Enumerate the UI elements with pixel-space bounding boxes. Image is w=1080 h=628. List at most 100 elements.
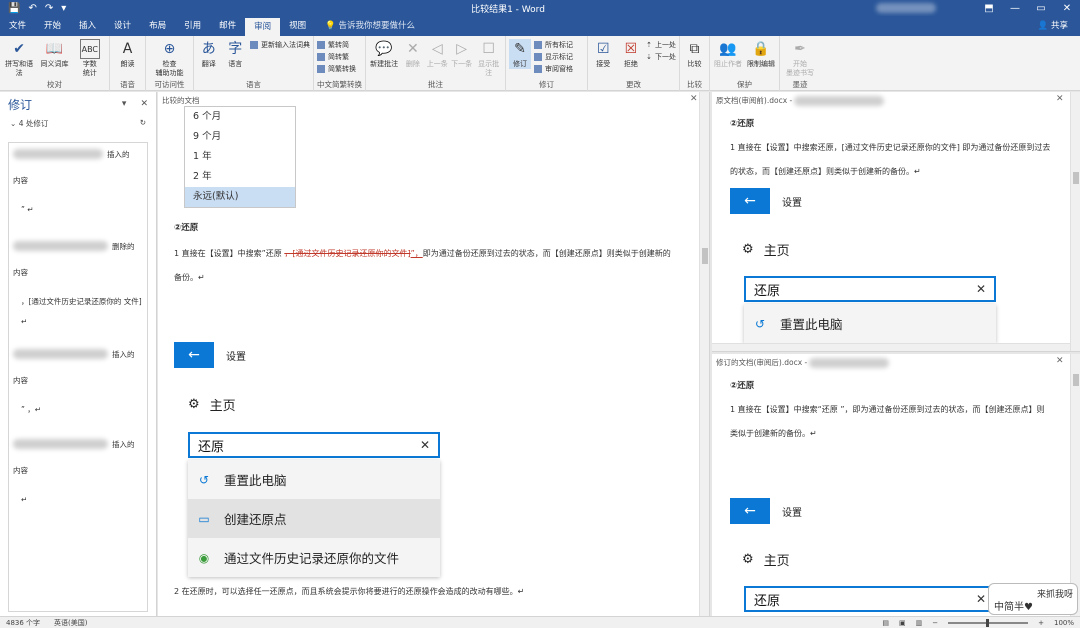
show-markup-button[interactable]: 显示标记: [534, 52, 573, 62]
close-icon[interactable]: ✕: [690, 94, 698, 104]
deleted-text: ，[通过文件历史记录还原你的文件]: [284, 249, 411, 258]
customize-icon[interactable]: ▾: [61, 3, 66, 14]
tab-design[interactable]: 设计: [105, 16, 140, 36]
start-inking-button[interactable]: ✒ 开始 墨迹书写: [783, 39, 817, 78]
next-change-button[interactable]: ⇣ 下一处: [646, 52, 676, 62]
delete-comment-button[interactable]: ✕ 删除: [402, 39, 423, 69]
group-language: あ翻译 字语言 更新输入法词典 语言: [194, 36, 314, 91]
revision-list: 插入的 内容 ” ↵ 删除的 内容 ，[通过文件历史记录还原你的 文件] ↵ 插…: [8, 142, 148, 612]
thesaurus-button[interactable]: 📖 同义词库: [38, 39, 70, 69]
prev-change-button[interactable]: ⇡ 上一处: [646, 40, 676, 50]
scroll-thumb[interactable]: [1073, 374, 1079, 386]
group-label-protect: 保护: [737, 80, 752, 89]
tab-mailings[interactable]: 邮件: [210, 16, 245, 36]
language-icon: 字: [228, 40, 243, 57]
convert-button[interactable]: 简繁转换: [317, 64, 356, 74]
book-icon: 📖: [45, 40, 64, 57]
vertical-scrollbar[interactable]: [1070, 92, 1080, 351]
close-icon[interactable]: ✕: [1056, 94, 1064, 104]
block-authors-button[interactable]: 👥 阻止作者: [713, 39, 743, 69]
tab-review[interactable]: 审阅: [245, 18, 281, 36]
word-count-button[interactable]: ABC 字数 统计: [74, 39, 106, 78]
restrict-editing-button[interactable]: 🔒 限制编辑: [746, 39, 776, 69]
close-button[interactable]: ✕: [1054, 3, 1080, 14]
reject-button[interactable]: ☒ 拒绝: [619, 39, 644, 69]
print-layout-icon[interactable]: ▣: [899, 619, 906, 627]
dropdown-option[interactable]: 2 年: [185, 167, 295, 187]
settings-label: 设置: [782, 508, 802, 519]
tab-home[interactable]: 开始: [35, 16, 70, 36]
retention-dropdown-list: 6 个月 9 个月 1 年 2 年 永远(默认): [184, 106, 296, 208]
refresh-icon[interactable]: ↻: [140, 118, 146, 129]
tab-view[interactable]: 视图: [280, 16, 315, 36]
spelling-button[interactable]: ✔ 拼写和语法: [3, 39, 35, 78]
list-item[interactable]: 插入的 内容 ↵: [9, 433, 147, 513]
back-arrow-icon: ←: [730, 188, 770, 214]
collapse-icon[interactable]: ⌄: [10, 119, 16, 128]
share-button[interactable]: 👤 共享: [1038, 16, 1080, 36]
reviewing-pane-button[interactable]: 审阅窗格: [534, 64, 573, 74]
delete-comment-icon: ✕: [407, 40, 419, 57]
tab-insert[interactable]: 插入: [70, 16, 105, 36]
web-layout-icon[interactable]: ▥: [916, 619, 923, 627]
undo-icon[interactable]: ↶: [28, 3, 36, 14]
translate-icon: あ: [201, 40, 216, 57]
list-item[interactable]: 插入的 内容 ” ↵: [9, 143, 147, 235]
restore-button[interactable]: ▭: [1028, 3, 1054, 14]
suggestion-item: ↺ 重置此电脑: [744, 304, 996, 343]
track-changes-button[interactable]: ✎ 修订: [509, 39, 531, 69]
revision-count: ⌄ 4 处修订: [10, 119, 49, 128]
show-comments-button[interactable]: ☐ 显示批注: [475, 39, 502, 78]
tab-layout[interactable]: 布局: [140, 16, 175, 36]
tab-references[interactable]: 引用: [175, 16, 210, 36]
pane-options-icon[interactable]: ▾: [122, 99, 127, 109]
language-indicator[interactable]: 英语(美国): [54, 618, 87, 628]
author-name: [13, 349, 108, 359]
dropdown-option[interactable]: 9 个月: [185, 127, 295, 147]
check-accessibility-button[interactable]: ⊕ 检查 辅助功能: [149, 39, 190, 78]
group-label-chinese: 中文简繁转换: [317, 80, 362, 89]
simp-to-trad-button[interactable]: 简转繁: [317, 52, 356, 62]
list-item[interactable]: 删除的 内容 ，[通过文件历史记录还原你的 文件] ↵: [9, 235, 147, 343]
dropdown-option[interactable]: 6 个月: [185, 107, 295, 127]
accept-button[interactable]: ☑ 接受: [591, 39, 616, 69]
revised-document-pane[interactable]: 修订的文档(审阅后).docx - ✕ ②还原 1 直接在【设置】中搜索“还原 …: [712, 354, 1080, 616]
tab-file[interactable]: 文件: [0, 16, 35, 36]
scroll-thumb[interactable]: [1073, 172, 1079, 184]
markup-select[interactable]: 所有标记: [534, 40, 573, 50]
close-icon[interactable]: ✕: [140, 99, 148, 109]
original-document-pane[interactable]: 原文档(审阅前).docx - ✕ ②还原 1 直接在【设置】中搜索还原，[通过…: [712, 92, 1080, 352]
close-icon[interactable]: ✕: [1056, 356, 1064, 366]
compared-document-pane[interactable]: 比较的文档 ✕ 6 个月 9 个月 1 年 2 年 永远(默认) ②还原 1 直…: [158, 92, 710, 616]
update-ime-dictionary-button[interactable]: 更新输入法词典: [250, 40, 310, 50]
dropdown-option-selected[interactable]: 永远(默认): [185, 187, 295, 207]
vertical-scrollbar[interactable]: [1070, 354, 1080, 616]
tell-me-search[interactable]: 💡 告诉我你想要做什么: [325, 16, 415, 36]
zoom-in-icon[interactable]: +: [1038, 619, 1044, 627]
horizontal-scrollbar[interactable]: [712, 343, 1070, 351]
vertical-scrollbar[interactable]: [699, 92, 709, 616]
read-mode-icon[interactable]: ▤: [882, 619, 889, 627]
word-count[interactable]: 4836 个字: [6, 618, 40, 628]
paragraph-1-cont: 备份。↵: [174, 273, 205, 282]
save-icon[interactable]: 💾: [8, 3, 20, 14]
settings-label: 设置: [226, 352, 246, 363]
group-chinese-conversion: 繁转简 简转繁 简繁转换 中文简繁转换: [314, 36, 366, 91]
ribbon-display-icon[interactable]: ⬒: [976, 3, 1002, 14]
zoom-slider[interactable]: [948, 618, 1029, 627]
redo-icon[interactable]: ↷: [45, 3, 53, 14]
next-comment-button[interactable]: ▷ 下一条: [451, 39, 472, 69]
translate-button[interactable]: あ翻译: [197, 39, 221, 69]
minimize-button[interactable]: —: [1002, 3, 1028, 14]
read-aloud-button[interactable]: A 朗读: [113, 39, 142, 69]
prev-comment-button[interactable]: ◁ 上一条: [427, 39, 448, 69]
new-comment-button[interactable]: 💬 新建批注: [369, 39, 399, 69]
language-button[interactable]: 字语言: [224, 39, 248, 69]
compare-button[interactable]: ⧉ 比较: [683, 39, 706, 69]
zoom-out-icon[interactable]: −: [932, 619, 938, 627]
trad-to-simp-button[interactable]: 繁转简: [317, 40, 356, 50]
list-item[interactable]: 插入的 内容 ” ，↵: [9, 343, 147, 433]
scroll-thumb[interactable]: [702, 248, 708, 264]
zoom-level[interactable]: 100%: [1054, 619, 1074, 627]
dropdown-option[interactable]: 1 年: [185, 147, 295, 167]
